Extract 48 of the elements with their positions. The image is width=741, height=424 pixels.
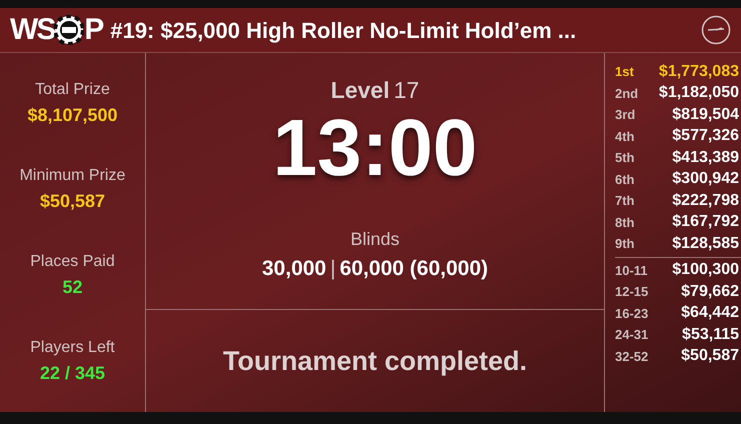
- clock-time: 13:00: [272, 108, 478, 188]
- small-blind: 30,000: [262, 256, 326, 282]
- blinds-separator: |: [330, 256, 336, 282]
- status-message: Tournament completed.: [222, 344, 528, 378]
- place-label: 7th: [615, 192, 634, 210]
- stat-label: Total Prize: [35, 80, 110, 100]
- prize-amount: $167,792: [672, 212, 739, 232]
- prize-amount: $577,326: [672, 126, 739, 146]
- stat-value: 52: [62, 276, 83, 299]
- tournament-title: #19: $25,000 High Roller No-Limit Hold’em ...: [110, 16, 576, 45]
- stat-value: $8,107,500: [27, 104, 118, 128]
- blinds-label: Blinds: [350, 228, 400, 250]
- prize-amount: $50,587: [681, 346, 739, 366]
- place-label: 24-31: [615, 326, 648, 344]
- level-number: 17: [394, 76, 420, 105]
- prize-amount: $413,389: [672, 148, 739, 168]
- poker-chip-icon: [54, 15, 84, 45]
- stat-value: 22 / 345: [40, 362, 106, 385]
- prize-amount: $1,773,083: [658, 62, 739, 82]
- place-label: 5th: [615, 149, 634, 167]
- stat-label: Players Left: [30, 338, 115, 358]
- place-label: 3rd: [615, 106, 636, 124]
- place-label: 1st: [615, 63, 634, 81]
- prize-amount: $819,504: [672, 104, 739, 125]
- place-label: 10-11: [615, 262, 648, 280]
- clock-icon[interactable]: [701, 15, 731, 45]
- big-blind: 60,000 (60,000): [340, 256, 488, 282]
- place-label: 4th: [615, 128, 634, 146]
- stat-value: $50,587: [40, 190, 106, 214]
- prize-amount: $100,300: [672, 260, 739, 280]
- prize-amount: $79,662: [681, 282, 739, 302]
- place-label: 12-15: [615, 283, 648, 301]
- place-label: 9th: [615, 235, 634, 253]
- level-label: Level: [330, 76, 390, 105]
- stat-label: Places Paid: [30, 252, 115, 272]
- place-label: 6th: [615, 170, 634, 188]
- place-label: 32-52: [615, 348, 648, 366]
- prize-amount: $1,182,050: [658, 83, 739, 104]
- place-label: 16-23: [615, 304, 648, 322]
- place-label: 2nd: [615, 84, 638, 102]
- place-label: 8th: [615, 214, 634, 232]
- stat-label: Minimum Prize: [20, 166, 126, 186]
- prize-amount: $53,115: [682, 324, 739, 345]
- prize-amount: $64,442: [681, 303, 739, 324]
- logo: WS P: [10, 15, 104, 45]
- prize-amount: $222,798: [672, 190, 739, 211]
- prize-amount: $300,942: [672, 169, 739, 190]
- prize-amount: $128,585: [672, 234, 739, 254]
